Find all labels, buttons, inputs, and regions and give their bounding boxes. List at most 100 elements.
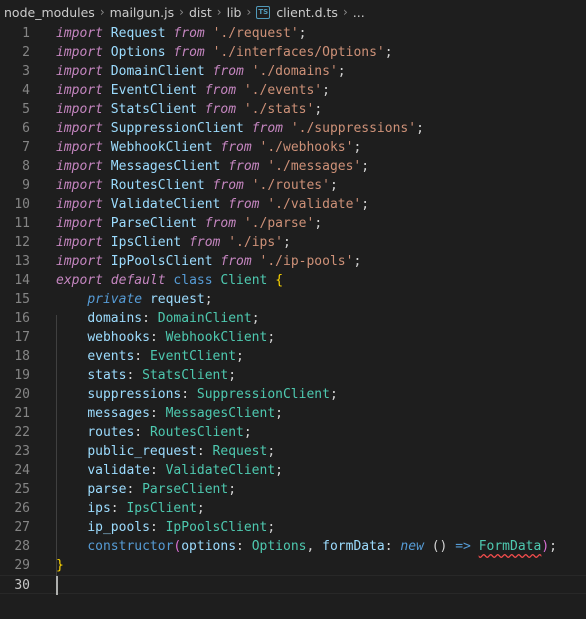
member-type: Request bbox=[212, 444, 268, 459]
code-editor[interactable]: 1 import Request from './request'; 2 impor… bbox=[0, 24, 586, 619]
import-name: MessagesClient bbox=[110, 159, 221, 174]
code-line[interactable]: 21 messages: MessagesClient; bbox=[0, 404, 586, 423]
import-keyword: import bbox=[56, 159, 103, 174]
code-line[interactable]: 20 suppressions: SuppressionClient; bbox=[0, 385, 586, 404]
import-keyword: import bbox=[56, 64, 103, 79]
import-path: './request' bbox=[212, 26, 299, 41]
code-line[interactable]: 12 import IpsClient from './ips'; bbox=[0, 233, 586, 252]
breadcrumb-lib[interactable]: lib bbox=[227, 5, 242, 20]
code-line[interactable]: 5 import StatsClient from './stats'; bbox=[0, 100, 586, 119]
line-number: 23 bbox=[14, 444, 30, 459]
import-name: IpPoolsClient bbox=[110, 254, 213, 269]
code-line[interactable]: 8 import MessagesClient from './messages'… bbox=[0, 157, 586, 176]
import-keyword: import bbox=[56, 26, 103, 41]
import-keyword: import bbox=[56, 140, 103, 155]
breadcrumb-file[interactable]: client.d.ts bbox=[276, 5, 338, 20]
code-line[interactable]: 11 import ParseClient from './parse'; bbox=[0, 214, 586, 233]
member-name: ips bbox=[87, 501, 111, 516]
member-name: request bbox=[149, 292, 205, 307]
param-type: Options bbox=[251, 539, 307, 554]
code-line[interactable]: 23 public_request: Request; bbox=[0, 442, 586, 461]
code-line[interactable]: 19 stats: StatsClient; bbox=[0, 366, 586, 385]
import-keyword: import bbox=[56, 121, 103, 136]
code-line[interactable]: 29} bbox=[0, 556, 586, 575]
semicolon: ; bbox=[236, 349, 244, 364]
text-cursor bbox=[56, 576, 58, 595]
colon: : bbox=[236, 539, 252, 554]
breadcrumb-mailgun-js[interactable]: mailgun.js bbox=[110, 5, 175, 20]
import-path: './ip-pools' bbox=[259, 254, 354, 269]
import-path: './suppressions' bbox=[290, 121, 417, 136]
line-number: 13 bbox=[14, 254, 30, 269]
code-line[interactable]: 13 import IpPoolsClient from './ip-pools'… bbox=[0, 252, 586, 271]
from-keyword: from bbox=[220, 254, 252, 269]
code-line[interactable]: 16 domains: DomainClient; bbox=[0, 309, 586, 328]
member-type: DomainClient bbox=[157, 311, 252, 326]
breadcrumb-node-modules[interactable]: node_modules bbox=[4, 5, 95, 20]
code-line[interactable]: 22 routes: RoutesClient; bbox=[0, 423, 586, 442]
code-line[interactable]: 26 ips: IpsClient; bbox=[0, 499, 586, 518]
line-number: 1 bbox=[22, 26, 30, 41]
line-number: 29 bbox=[14, 558, 30, 573]
member-name: messages bbox=[87, 406, 150, 421]
import-path: './validate' bbox=[267, 197, 362, 212]
code-line[interactable]: 18 events: EventClient; bbox=[0, 347, 586, 366]
member-type: StatsClient bbox=[142, 368, 229, 383]
line-number: 2 bbox=[22, 45, 30, 60]
from-keyword: from bbox=[204, 216, 237, 231]
semicolon: ; bbox=[361, 159, 370, 174]
breadcrumb-more[interactable]: ... bbox=[353, 5, 365, 20]
chevron-right-icon: › bbox=[179, 5, 184, 19]
code-line[interactable]: 4 import EventClient from './events'; bbox=[0, 81, 586, 100]
member-name: events bbox=[87, 349, 135, 364]
colon: : bbox=[126, 482, 143, 497]
formdata-type-error[interactable]: FormData bbox=[479, 539, 542, 554]
from-keyword: from bbox=[228, 197, 260, 212]
private-keyword: private bbox=[87, 292, 143, 307]
code-line[interactable]: 7 import WebhookClient from './webhooks'; bbox=[0, 138, 586, 157]
export-keyword: export bbox=[56, 273, 103, 288]
close-brace: } bbox=[56, 558, 64, 573]
code-line[interactable]: 2 import Options from './interfaces/Optio… bbox=[0, 43, 586, 62]
code-line[interactable]: 1 import Request from './request'; bbox=[0, 24, 586, 43]
semicolon: ; bbox=[361, 197, 370, 212]
line-number: 18 bbox=[14, 349, 30, 364]
code-line[interactable]: 17 webhooks: WebhookClient; bbox=[0, 328, 586, 347]
chevron-right-icon: › bbox=[342, 5, 348, 19]
close-paren: ) bbox=[541, 539, 550, 554]
import-path: './interfaces/Options' bbox=[212, 45, 385, 60]
code-line[interactable]: 15 private request; bbox=[0, 290, 586, 309]
semicolon: ; bbox=[353, 140, 362, 155]
default-keyword: default bbox=[110, 273, 166, 288]
code-line[interactable]: 6 import SuppressionClient from './suppre… bbox=[0, 119, 586, 138]
code-line[interactable]: 28 constructor(options: Options, formDat… bbox=[0, 537, 586, 556]
member-name: ip_pools bbox=[87, 520, 150, 535]
code-line[interactable]: 27 ip_pools: IpPoolsClient; bbox=[0, 518, 586, 537]
code-line[interactable]: 24 validate: ValidateClient; bbox=[0, 461, 586, 480]
line-number: 25 bbox=[14, 482, 30, 497]
import-name: DomainClient bbox=[110, 64, 205, 79]
colon: : bbox=[134, 425, 150, 440]
code-line[interactable]: 3 import DomainClient from './domains'; bbox=[0, 62, 586, 81]
code-line[interactable]: 10 import ValidateClient from './validate… bbox=[0, 195, 586, 214]
line-number: 20 bbox=[14, 387, 30, 402]
class-name: Client bbox=[220, 273, 268, 288]
line-number: 17 bbox=[14, 330, 30, 345]
import-keyword: import bbox=[56, 102, 103, 117]
current-line[interactable]: 30 bbox=[0, 575, 586, 594]
breadcrumb: node_modules › mailgun.js › dist › lib ›… bbox=[0, 0, 586, 24]
code-line[interactable]: 9 import RoutesClient from './routes'; bbox=[0, 176, 586, 195]
from-keyword: from bbox=[189, 235, 221, 250]
code-line[interactable]: 14 export default class Client { bbox=[0, 271, 586, 290]
colon: : bbox=[134, 349, 150, 364]
breadcrumb-dist[interactable]: dist bbox=[189, 5, 212, 20]
import-keyword: import bbox=[56, 178, 103, 193]
line-number: 11 bbox=[14, 216, 30, 231]
colon: : bbox=[149, 520, 166, 535]
chevron-right-icon: › bbox=[99, 5, 105, 19]
member-name: routes bbox=[87, 425, 135, 440]
code-line[interactable]: 25 parse: ParseClient; bbox=[0, 480, 586, 499]
line-number: 16 bbox=[14, 311, 30, 326]
member-type: ValidateClient bbox=[165, 463, 276, 478]
